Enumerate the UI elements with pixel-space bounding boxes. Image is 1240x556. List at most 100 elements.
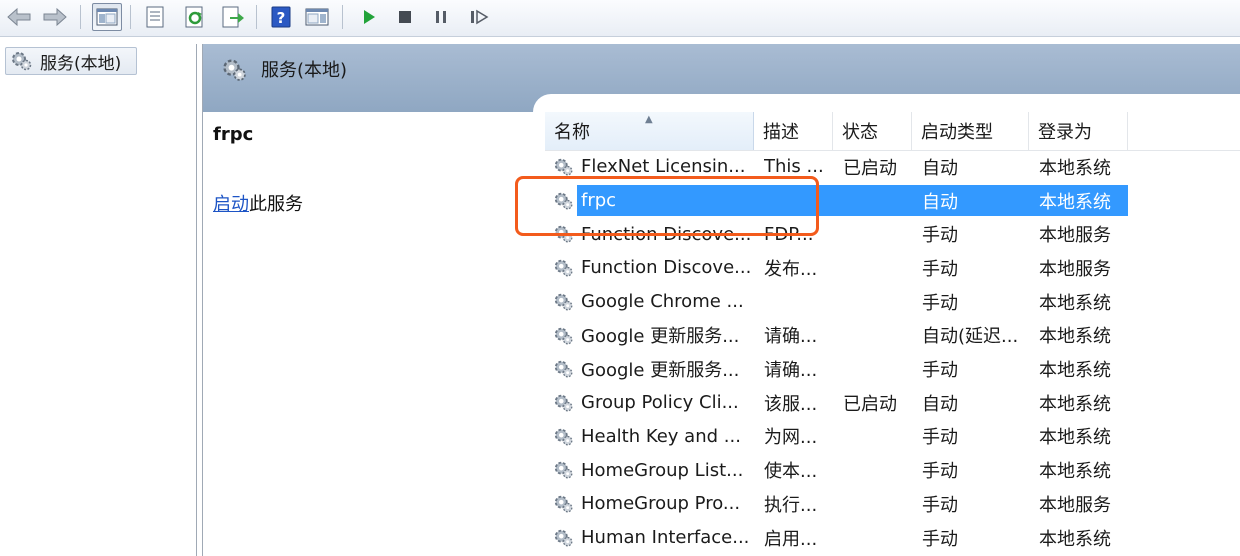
cell-name: Function Discove... [581, 257, 752, 279]
cell-status [843, 184, 911, 218]
column-label: 启动类型 [921, 122, 993, 143]
table-row[interactable]: Function Discove... 发布... 手动 本地服务 [545, 251, 1240, 285]
show-hide-console-tree-icon[interactable] [92, 3, 122, 31]
list-tab-edge [533, 94, 1240, 114]
extended-description-pane: frpc 启动此服务 [203, 112, 533, 556]
column-label: 描述 [763, 122, 799, 143]
svg-text:?: ? [277, 9, 286, 27]
cell-status [843, 285, 911, 319]
toolbar: ? [0, 0, 1240, 37]
services-gear-icon [12, 52, 32, 71]
console-tree: 服务(本地) [0, 44, 197, 556]
cell-desc: 发布... [764, 258, 818, 280]
cell-logon: 本地系统 [1039, 427, 1111, 449]
cell-status [843, 453, 911, 487]
table-row[interactable]: HomeGroup Pro... 执行... 手动 本地服务 [545, 487, 1240, 521]
cell-status: 已启动 [843, 157, 897, 179]
cell-desc [764, 285, 832, 319]
column-header-log-on-as[interactable]: 登录为 [1029, 112, 1128, 150]
annotation-highlight-box [515, 176, 819, 236]
cell-logon: 本地系统 [1039, 528, 1111, 550]
cell-startup: 手动 [922, 461, 958, 483]
cell-name: Group Policy Cli... [581, 392, 739, 414]
column-header-startup-type[interactable]: 启动类型 [912, 112, 1029, 150]
cell-desc: 请确... [764, 360, 818, 382]
cell-startup: 手动 [922, 292, 958, 314]
cell-startup: 手动 [922, 225, 958, 247]
selected-service-name: frpc [213, 124, 254, 145]
cell-status [843, 521, 911, 555]
forward-arrow-icon[interactable] [40, 3, 70, 31]
cell-logon: 本地系统 [1039, 292, 1111, 314]
cell-startup: 自动 [922, 157, 958, 179]
start-service-link[interactable]: 启动 [213, 194, 249, 215]
cell-startup: 自动 [922, 191, 958, 213]
table-row[interactable]: Human Interface... 启用... 手动 本地系统 [545, 521, 1240, 555]
table-row[interactable]: Google Chrome ... 手动 本地系统 [545, 285, 1240, 319]
cell-status [843, 319, 911, 353]
resume-service-icon[interactable] [464, 3, 494, 31]
tree-item-services-local[interactable]: 服务(本地) [5, 47, 137, 75]
refresh-icon[interactable] [180, 3, 210, 31]
table-row[interactable]: Google 更新服务... 请确... 手动 本地系统 [545, 352, 1240, 386]
column-header-status[interactable]: 状态 [833, 112, 912, 150]
column-header-description[interactable]: 描述 [754, 112, 833, 150]
cell-desc: 使本... [764, 461, 818, 483]
cell-logon: 本地系统 [1039, 461, 1111, 483]
cell-status [843, 487, 911, 521]
cell-name: Human Interface... [581, 527, 750, 549]
help-icon[interactable]: ? [266, 3, 296, 31]
cell-status [843, 251, 911, 285]
cell-logon: 本地服务 [1039, 494, 1111, 516]
panel-title: 服务(本地) [261, 60, 348, 81]
cell-status [843, 217, 911, 251]
cell-logon: 本地服务 [1039, 225, 1111, 247]
export-list-icon[interactable] [218, 3, 248, 31]
sort-ascending-icon: ▲ [645, 114, 653, 125]
column-label: 登录为 [1038, 122, 1092, 143]
cell-startup: 自动(延迟... [922, 326, 1019, 348]
cell-name: HomeGroup Pro... [581, 493, 741, 515]
cell-logon: 本地服务 [1039, 258, 1111, 280]
cell-status [843, 352, 911, 386]
cell-startup: 手动 [922, 360, 958, 382]
start-service-suffix: 此服务 [249, 194, 303, 215]
services-gear-icon [223, 59, 246, 81]
cell-logon: 本地系统 [1039, 326, 1111, 348]
properties-icon[interactable] [140, 3, 170, 31]
cell-name: Google Chrome ... [581, 291, 744, 313]
column-label: 状态 [842, 122, 878, 143]
cell-startup: 手动 [922, 258, 958, 280]
cell-logon: 本地系统 [1039, 157, 1111, 179]
tree-item-label: 服务(本地) [40, 53, 122, 74]
cell-name: Health Key and ... [581, 425, 741, 447]
cell-status [843, 420, 911, 454]
cell-status: 已启动 [843, 393, 897, 415]
table-row[interactable]: Google 更新服务... 请确... 自动(延迟... 本地系统 [545, 319, 1240, 353]
cell-startup: 手动 [922, 494, 958, 516]
cell-desc: 为网... [764, 427, 818, 449]
cell-desc: 启用... [764, 528, 818, 550]
table-row[interactable]: Group Policy Cli... 该服... 已启动 自动 本地系统 [545, 386, 1240, 420]
cell-name: Google 更新服务... [581, 360, 740, 382]
start-service-line: 启动此服务 [213, 190, 303, 216]
cell-startup: 自动 [922, 393, 958, 415]
stop-service-icon[interactable] [390, 3, 420, 31]
cell-desc: 该服... [764, 393, 818, 415]
cell-name: Google 更新服务... [581, 326, 740, 348]
cell-startup: 手动 [922, 528, 958, 550]
column-label: 名称 [554, 122, 590, 143]
cell-startup: 手动 [922, 427, 958, 449]
services-window: ? 服务(本地) 服务(本地) frpc 启动此服务 ▲ 名称 描述 状态 启动… [0, 0, 1240, 556]
action-pane-icon[interactable] [302, 3, 332, 31]
back-arrow-icon[interactable] [4, 3, 34, 31]
pause-service-icon[interactable] [426, 3, 456, 31]
table-row[interactable]: HomeGroup List... 使本... 手动 本地系统 [545, 453, 1240, 487]
start-service-icon[interactable] [354, 3, 384, 31]
table-row[interactable]: Health Key and ... 为网... 手动 本地系统 [545, 420, 1240, 454]
cell-logon: 本地系统 [1039, 360, 1111, 382]
table-header: ▲ 名称 描述 状态 启动类型 登录为 [545, 112, 1240, 151]
cell-logon: 本地系统 [1039, 393, 1111, 415]
cell-name: HomeGroup List... [581, 459, 744, 481]
column-header-name[interactable]: ▲ 名称 [545, 112, 754, 150]
